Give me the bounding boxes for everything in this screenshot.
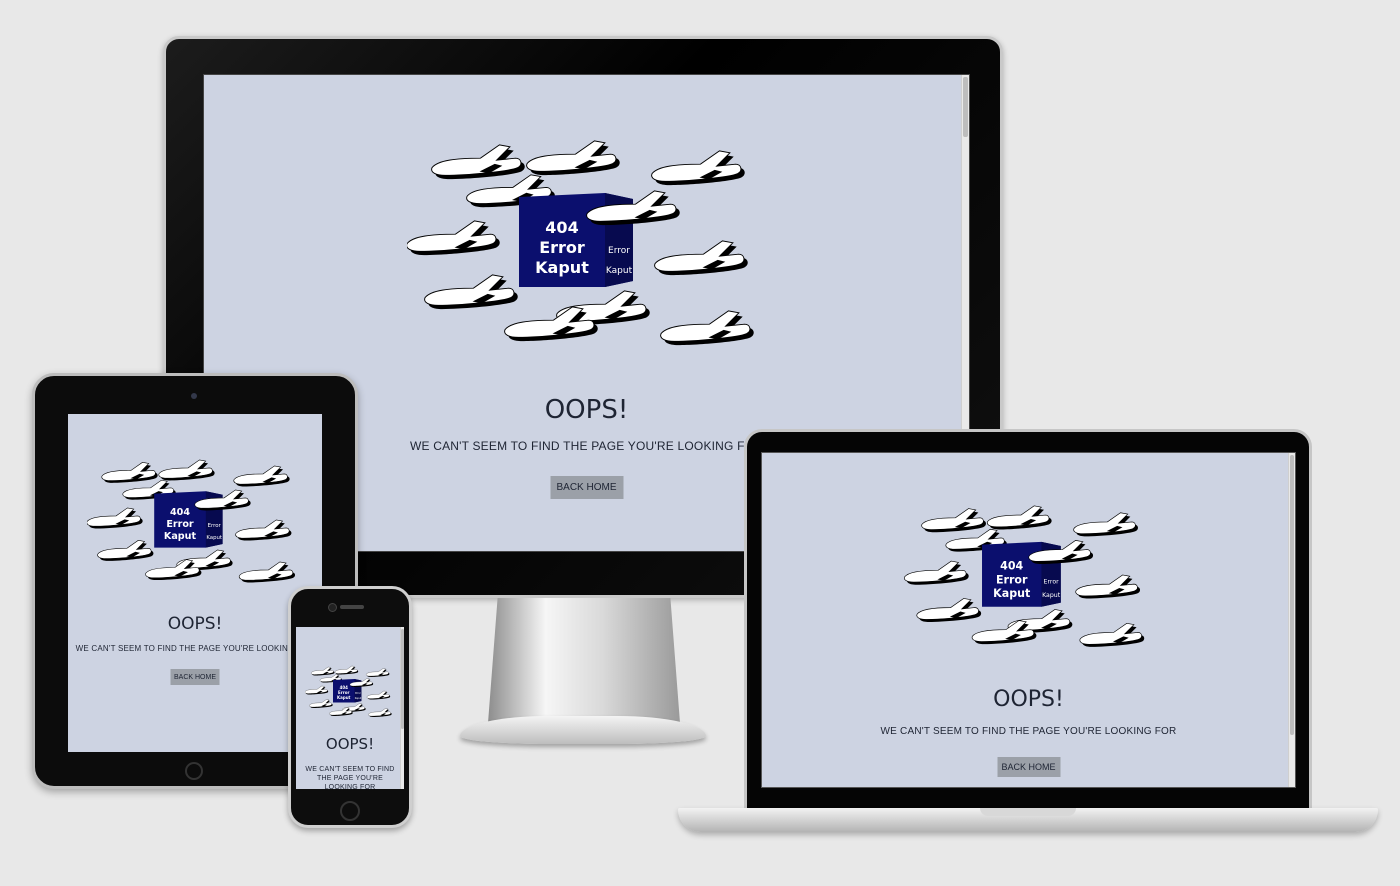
- page-title: OOPS!: [325, 735, 375, 753]
- error-page: 404 Error Kaput Error Kaput OOPS! WE CAN…: [762, 453, 1295, 787]
- error-side-kaput: Kaput: [206, 535, 222, 541]
- error-kaput: Kaput: [337, 695, 351, 700]
- scroll-thumb[interactable]: [963, 77, 968, 137]
- tablet-camera: [191, 393, 197, 399]
- error-message: WE CAN'T SEEM TO FIND THE PAGE YOU'RE LO…: [305, 766, 395, 789]
- scroll-thumb[interactable]: [1290, 455, 1294, 735]
- error-code: 404: [170, 507, 190, 518]
- error-message: WE CAN'T SEEM TO FIND THE PAGE YOU'RE LO…: [880, 726, 1177, 737]
- laptop-screen: 404 Error Kaput Error Kaput OOPS! WE CAN…: [761, 452, 1296, 788]
- planes-404-illustration: 404 Error Kaput Error Kaput: [406, 140, 754, 346]
- phone-camera: [328, 603, 337, 612]
- laptop-trackpad-notch: [980, 808, 1076, 816]
- error-side-word: Error: [355, 692, 361, 695]
- error-side-word: Error: [1043, 578, 1059, 585]
- error-kaput: Kaput: [993, 587, 1031, 600]
- error-word: Error: [539, 238, 585, 257]
- error-code: 404: [340, 685, 349, 690]
- error-page: 404 Error Kaput Error Kaput OOPS! WE CAN…: [296, 627, 404, 789]
- tablet-screen: 404 Error Kaput Error Kaput OOPS! WE CAN…: [68, 414, 322, 752]
- phone-screen: 404 Error Kaput Error Kaput OOPS! WE CAN…: [296, 627, 404, 789]
- monitor-stand-base: [460, 716, 706, 744]
- scroll-thumb[interactable]: [401, 629, 404, 729]
- scrollbar[interactable]: [1288, 453, 1295, 787]
- error-code: 404: [1000, 559, 1023, 572]
- error-code: 404: [545, 218, 578, 237]
- page-title: OOPS!: [993, 687, 1064, 712]
- error-kaput: Kaput: [535, 258, 589, 277]
- planes-404-illustration: 404 Error Kaput Error Kaput: [87, 459, 296, 583]
- error-message: WE CAN'T SEEM TO FIND THE PAGE YOU'RE LO…: [75, 644, 315, 653]
- planes-404-illustration: 404 Error Kaput Error Kaput: [903, 505, 1145, 648]
- scrollbar[interactable]: [400, 627, 404, 789]
- tablet-home-button: [185, 762, 203, 780]
- error-side-kaput: Kaput: [355, 697, 362, 700]
- back-home-button[interactable]: BACK HOME: [550, 476, 623, 499]
- planes-404-illustration: 404 Error Kaput Error Kaput: [305, 665, 392, 718]
- error-side-kaput: Kaput: [605, 266, 632, 276]
- error-side-word: Error: [608, 246, 630, 256]
- error-page: 404 Error Kaput Error Kaput OOPS! WE CAN…: [68, 414, 322, 752]
- monitor-stand-neck: [488, 598, 680, 723]
- error-word: Error: [166, 519, 194, 530]
- error-word: Error: [995, 573, 1027, 586]
- phone-speaker: [340, 605, 364, 609]
- error-word: Error: [338, 690, 349, 695]
- back-home-button[interactable]: BACK HOME: [997, 757, 1060, 777]
- page-title: OOPS!: [167, 614, 223, 634]
- back-home-button[interactable]: BACK HOME: [170, 669, 220, 685]
- error-side-kaput: Kaput: [1042, 592, 1061, 599]
- error-side-word: Error: [208, 523, 222, 529]
- phone-home-button: [340, 801, 360, 821]
- error-kaput: Kaput: [164, 531, 197, 542]
